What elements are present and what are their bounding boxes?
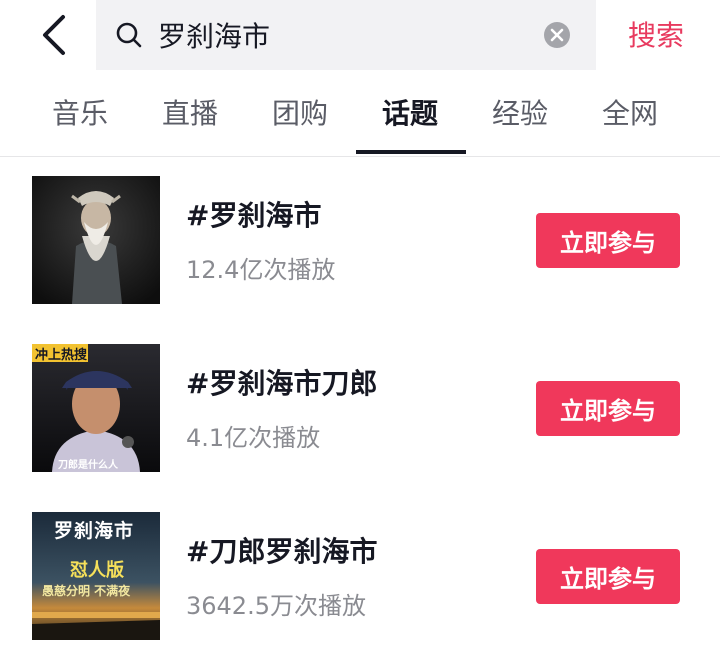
- tab-topics[interactable]: 话题: [382, 92, 438, 132]
- search-button[interactable]: 搜索: [628, 14, 684, 54]
- thumbnail-title: 罗刹海市: [54, 520, 135, 542]
- join-button[interactable]: 立即参与: [536, 213, 680, 268]
- play-count: 12.4亿次播放: [186, 256, 336, 284]
- topic-thumbnail: 冲上热搜 刀郎是什么人: [32, 344, 160, 472]
- tab-all-web[interactable]: 全网: [602, 92, 658, 132]
- topic-thumbnail: [32, 176, 160, 304]
- search-icon: [114, 20, 144, 50]
- chevron-left-icon: [43, 15, 65, 55]
- thumbnail-caption-bottom: 刀郎是什么人: [58, 460, 118, 471]
- play-count: 3642.5万次播放: [186, 592, 366, 620]
- topic-title: #罗刹海市刀郎: [186, 367, 378, 400]
- topic-result[interactable]: #罗刹海市 12.4亿次播放 立即参与: [0, 176, 720, 304]
- tab-group-buy[interactable]: 团购: [272, 92, 328, 132]
- search-input[interactable]: 罗刹海市: [158, 15, 542, 55]
- topic-thumbnail: 罗刹海市 怼人版 愚慈分明 不满夜: [32, 512, 160, 640]
- topic-result[interactable]: 冲上热搜 刀郎是什么人 #罗刹海市刀郎 4.1亿次播放 立即参与: [0, 344, 720, 472]
- topic-title: #罗刹海市: [186, 199, 322, 232]
- tab-bar: 音乐 直播 团购 话题 经验 全网: [0, 74, 720, 157]
- join-button[interactable]: 立即参与: [536, 549, 680, 604]
- back-button[interactable]: [30, 10, 78, 60]
- thumbnail-caption-top: 冲上热搜: [35, 348, 88, 363]
- thumbnail-subtitle: 怼人版: [70, 560, 124, 581]
- search-box[interactable]: 罗刹海市: [96, 0, 596, 70]
- play-count: 4.1亿次播放: [186, 424, 321, 452]
- top-bar: 罗刹海市 搜索: [0, 0, 720, 74]
- topic-title: #刀郎罗刹海市: [186, 535, 378, 568]
- tab-experience[interactable]: 经验: [492, 92, 548, 132]
- topic-result[interactable]: 罗刹海市 怼人版 愚慈分明 不满夜 #刀郎罗刹海市 3642.5万次播放 立即参…: [0, 512, 720, 640]
- tab-live[interactable]: 直播: [162, 92, 218, 132]
- join-button[interactable]: 立即参与: [536, 381, 680, 436]
- active-tab-indicator: [356, 150, 466, 154]
- tab-music[interactable]: 音乐: [52, 92, 108, 132]
- clear-icon[interactable]: [542, 20, 572, 50]
- thumbnail-caption: 愚慈分明 不满夜: [42, 584, 131, 598]
